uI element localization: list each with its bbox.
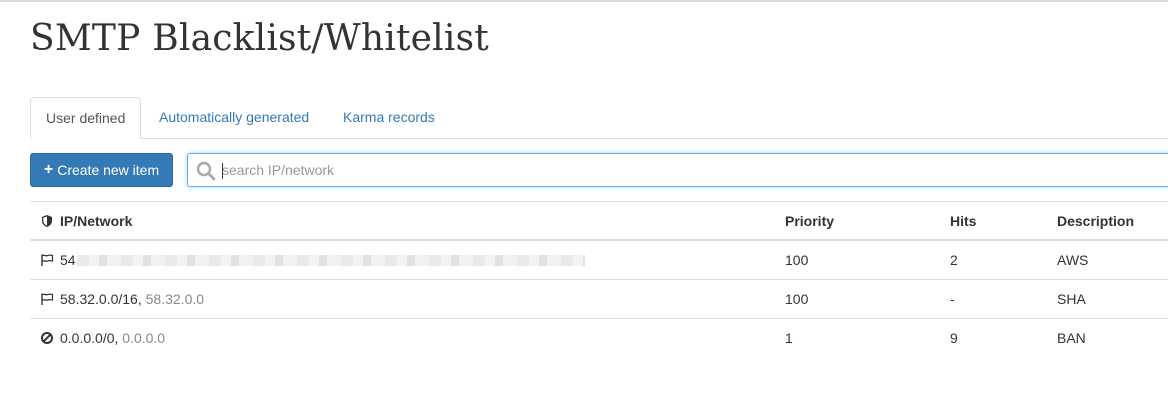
create-new-item-label: Create new item bbox=[57, 162, 160, 178]
hits-cell: 2 bbox=[950, 252, 958, 268]
flag-icon bbox=[41, 293, 54, 305]
tab-user-defined[interactable]: User defined bbox=[30, 97, 142, 139]
column-header-ip-label: IP/Network bbox=[60, 213, 133, 229]
address-value: 0.0.0.0 bbox=[122, 330, 166, 346]
table-row[interactable]: 58.32.0.0/16, 58.32.0.0 100 - SHA bbox=[30, 279, 1168, 318]
create-new-item-button[interactable]: + Create new item bbox=[30, 153, 173, 187]
tab-automatically-generated[interactable]: Automatically generated bbox=[144, 97, 324, 139]
column-header-ip[interactable]: IP/Network bbox=[40, 202, 132, 240]
network-value: 0.0.0.0/0, bbox=[60, 330, 119, 346]
column-header-priority[interactable]: Priority bbox=[785, 202, 834, 240]
top-border bbox=[0, 0, 1168, 2]
plus-icon: + bbox=[43, 161, 54, 178]
table-header-row: IP/Network Priority Hits Description bbox=[30, 201, 1168, 240]
column-header-hits[interactable]: Hits bbox=[950, 202, 976, 240]
tab-karma-records[interactable]: Karma records bbox=[328, 97, 450, 139]
search-icon bbox=[196, 161, 216, 181]
search-input[interactable] bbox=[222, 157, 1122, 183]
priority-cell: 1 bbox=[785, 330, 793, 346]
table-row[interactable]: 0.0.0.0/0, 0.0.0.0 1 9 BAN bbox=[30, 318, 1168, 357]
ip-cell: 0.0.0.0/0, 0.0.0.0 bbox=[40, 319, 165, 357]
description-cell: AWS bbox=[1057, 252, 1089, 268]
tab-bar: User defined Automatically generated Kar… bbox=[30, 97, 1168, 139]
network-value: 54 bbox=[60, 252, 76, 268]
address-value: 58.32.0.0 bbox=[145, 291, 205, 307]
entries-table: IP/Network Priority Hits Description 54 … bbox=[30, 201, 1168, 357]
network-value: 58.32.0.0/16, bbox=[60, 291, 142, 307]
hits-cell: 9 bbox=[950, 330, 958, 346]
ip-cell: 58.32.0.0/16, 58.32.0.0 bbox=[40, 280, 204, 318]
table-row[interactable]: 54 100 2 AWS bbox=[30, 240, 1168, 279]
column-header-description[interactable]: Description bbox=[1057, 202, 1134, 240]
ban-icon bbox=[41, 332, 53, 344]
priority-cell: 100 bbox=[785, 252, 809, 268]
redacted-address bbox=[76, 255, 585, 266]
hits-cell: - bbox=[950, 291, 955, 307]
priority-cell: 100 bbox=[785, 291, 809, 307]
description-cell: SHA bbox=[1057, 291, 1086, 307]
ip-cell: 54 bbox=[40, 241, 585, 279]
shield-icon bbox=[42, 215, 52, 227]
search-box[interactable] bbox=[187, 153, 1168, 187]
page-title: SMTP Blacklist/Whitelist bbox=[30, 18, 489, 59]
flag-icon bbox=[41, 254, 54, 266]
description-cell: BAN bbox=[1057, 330, 1086, 346]
text-caret bbox=[222, 163, 223, 179]
